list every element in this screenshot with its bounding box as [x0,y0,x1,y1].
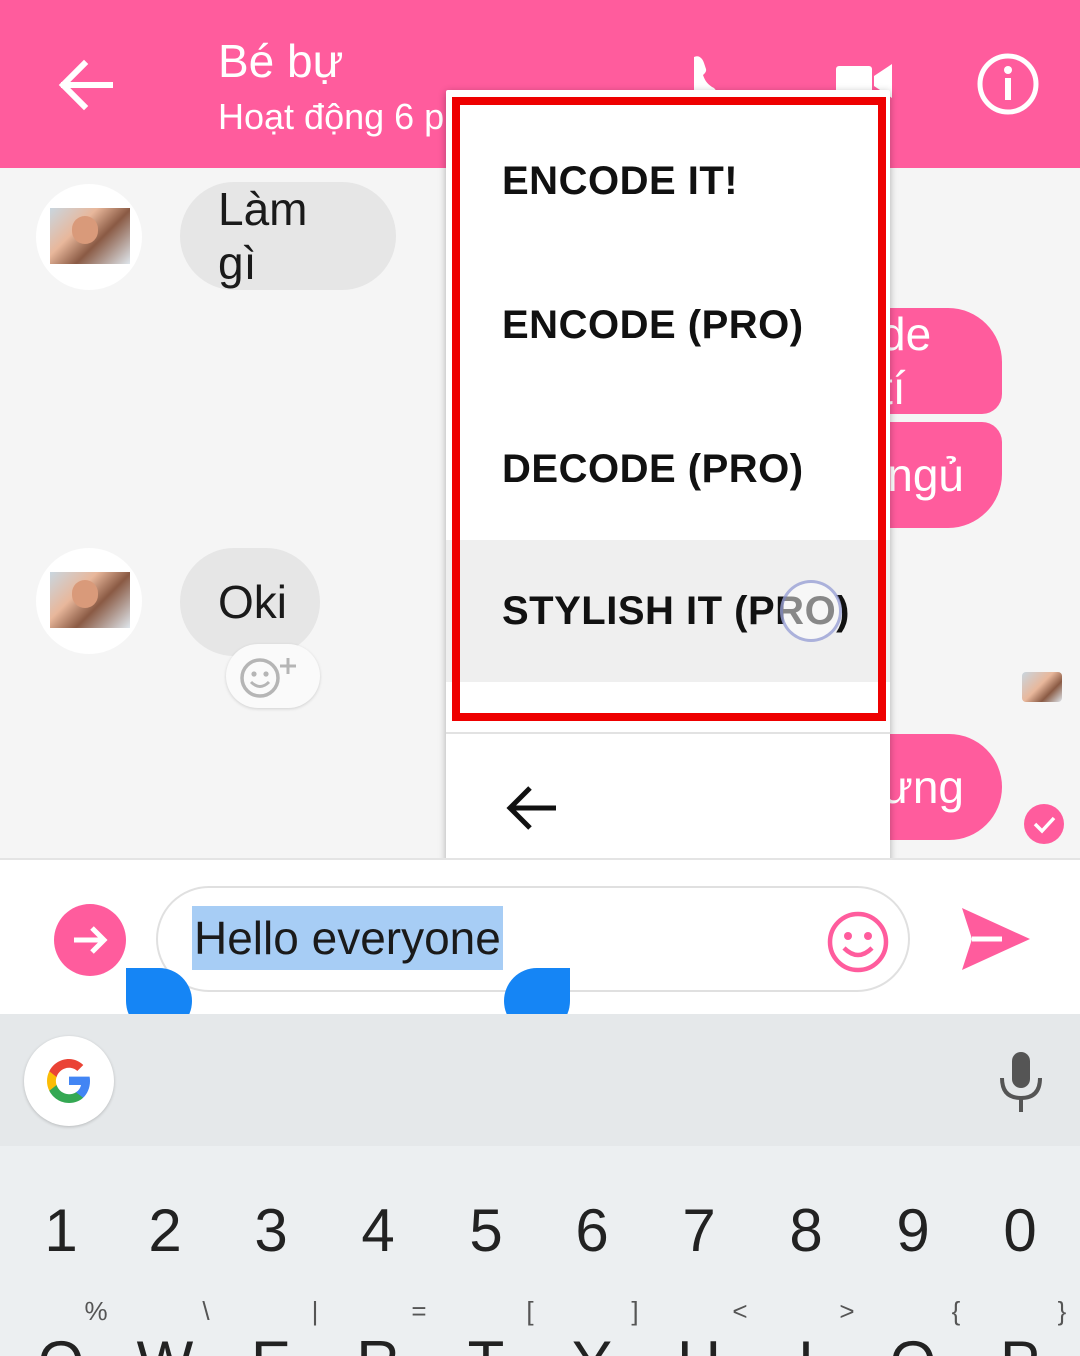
key-q[interactable]: Q [31,1328,91,1356]
key-2[interactable]: 2 [135,1196,195,1265]
key-hint: \ [202,1296,210,1326]
avatar[interactable] [36,184,142,290]
menu-divider [446,732,890,734]
key-y[interactable]: Y [562,1328,622,1356]
key-hint: { [951,1296,961,1326]
avatar[interactable] [36,548,142,654]
phone-icon[interactable] [690,55,730,95]
outgoing-message[interactable]: ngủ [880,422,1002,528]
microphone-icon[interactable] [996,1050,1046,1114]
avatar-face [72,216,98,244]
back-arrow-icon[interactable] [50,50,120,120]
menu-item-decode-pro[interactable]: DECODE (PRO) [446,398,890,540]
emoji-icon[interactable] [826,910,890,974]
menu-item-label: ENCODE IT! [502,158,739,203]
key-hint: > [839,1296,855,1326]
key-u[interactable]: U [669,1328,729,1356]
key-r[interactable]: R [348,1328,408,1356]
key-e[interactable]: E [241,1328,301,1356]
avatar-face [72,580,98,608]
menu-item-stylish-it-pro[interactable]: STYLISH IT (PRO) [446,540,890,682]
send-icon[interactable] [958,904,1034,974]
keyboard: 1 2 3 4 5 6 7 8 9 0 % \ | = [ ] < > { } … [0,1146,1080,1356]
key-o[interactable]: O [883,1328,943,1356]
menu-item-encode-it[interactable]: ENCODE IT! [446,110,890,252]
key-7[interactable]: 7 [669,1196,729,1265]
info-icon[interactable] [976,52,1040,116]
add-reaction-icon [240,658,296,698]
contact-name[interactable]: Bé bự [218,34,343,88]
touch-ripple [780,580,842,642]
google-g-icon [47,1059,90,1103]
key-9[interactable]: 9 [883,1196,943,1265]
message-input-text[interactable]: Hello everyone [192,906,503,970]
key-1[interactable]: 1 [31,1196,91,1265]
key-hint: } [1057,1296,1067,1326]
seen-check-icon [1024,804,1064,844]
key-hint: | [311,1296,319,1326]
expand-arrow-icon [74,926,108,954]
outgoing-message[interactable]: ưng [880,734,1002,840]
key-5[interactable]: 5 [456,1196,516,1265]
expand-arrow-button[interactable] [54,904,126,976]
contact-status: Hoạt động 6 p [218,96,445,137]
menu-item-encode-pro[interactable]: ENCODE (PRO) [446,254,890,396]
key-p[interactable]: P [990,1328,1050,1356]
key-0[interactable]: 0 [990,1196,1050,1265]
key-4[interactable]: 4 [348,1196,408,1265]
key-hint: ] [631,1296,639,1326]
google-search-button[interactable] [24,1036,114,1126]
read-receipt-avatar [1022,672,1062,702]
key-6[interactable]: 6 [562,1196,622,1265]
outgoing-message[interactable]: de tí [880,308,1002,414]
key-hint: < [732,1296,748,1326]
back-arrow-icon[interactable] [502,780,562,836]
key-hint: % [84,1296,108,1326]
context-menu: ENCODE IT! ENCODE (PRO) DECODE (PRO) STY… [446,90,890,880]
incoming-message[interactable]: Làm gì [180,182,396,290]
key-t[interactable]: T [456,1328,516,1356]
key-hint: [ [526,1296,534,1326]
key-hint: = [411,1296,427,1326]
key-w[interactable]: W [135,1328,195,1356]
add-reaction-button[interactable] [226,644,320,708]
keyboard-suggestion-bar [0,1014,1080,1146]
menu-item-label: DECODE (PRO) [502,446,804,491]
incoming-message[interactable]: Oki [180,548,320,656]
key-8[interactable]: 8 [776,1196,836,1265]
key-i[interactable]: I [776,1328,836,1356]
menu-item-label: ENCODE (PRO) [502,302,804,347]
key-3[interactable]: 3 [241,1196,301,1265]
